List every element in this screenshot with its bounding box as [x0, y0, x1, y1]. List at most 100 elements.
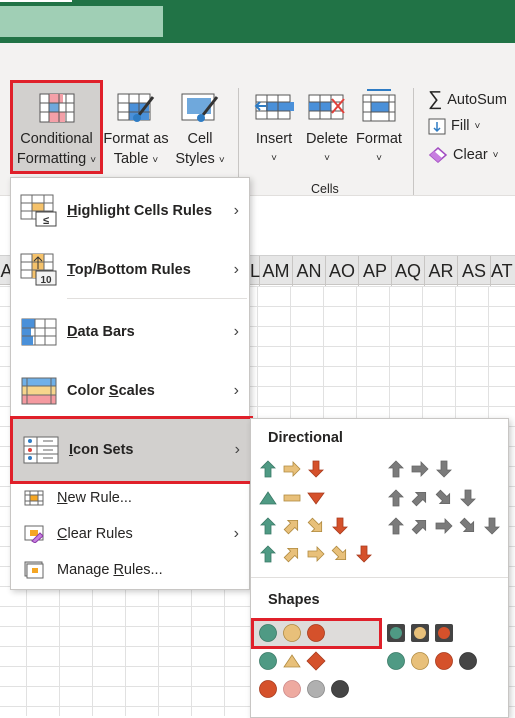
color-scales-icon	[11, 377, 67, 405]
gray-arrow-up-icon	[388, 517, 404, 535]
chevron-right-icon: ›	[233, 202, 239, 219]
red-arrow-down-icon	[308, 460, 324, 478]
menu-item-top-bottom-rules[interactable]: 10 Top/Bottom Rules ›	[11, 241, 249, 299]
dark-circle-icon	[459, 652, 477, 670]
label: Delete	[306, 131, 348, 147]
insert-button[interactable]: Insert ˅	[250, 93, 298, 169]
icon-set-option[interactable]	[386, 651, 478, 671]
icon-set-option[interactable]	[258, 679, 350, 699]
label: Cell	[187, 131, 213, 147]
icon-set-option[interactable]	[386, 623, 454, 643]
clear-rules-icon	[11, 525, 57, 543]
column-header[interactable]: AP	[359, 256, 392, 286]
red-boxed-icon	[435, 624, 453, 642]
red-arrow-down-icon	[356, 545, 372, 563]
yellow-boxed-icon	[411, 624, 429, 642]
lightgray-circle-icon	[307, 680, 325, 698]
chevron-down-icon: ˅	[376, 153, 382, 164]
data-bars-icon	[11, 318, 67, 346]
yellow-arrow-downright-icon	[307, 517, 323, 533]
red-circle-icon	[435, 652, 453, 670]
separator	[413, 88, 414, 196]
chevron-right-icon: ›	[233, 525, 239, 542]
label: Top/Bottom Rules	[67, 262, 191, 278]
label: Color Scales	[67, 383, 155, 399]
separator	[67, 298, 247, 299]
icon-set-option[interactable]	[386, 488, 478, 508]
yellow-circle-icon	[283, 624, 301, 642]
fill-button[interactable]: Fill ˅	[428, 117, 480, 135]
gray-arrow-down-icon	[484, 517, 500, 535]
label: AutoSum	[447, 91, 507, 108]
yellow-arrow-right-icon	[283, 461, 301, 477]
cell-styles-button[interactable]: Cell Styles ˅	[170, 93, 230, 171]
red-triangle-down-icon	[307, 492, 325, 505]
chevron-right-icon: ›	[233, 382, 239, 399]
red-circle-icon	[307, 624, 325, 642]
yellow-arrow-right-icon	[307, 546, 325, 562]
green-arrow-up-icon	[260, 517, 276, 535]
column-header[interactable]: AT	[491, 256, 515, 286]
gray-arrow-right-icon	[435, 518, 453, 534]
format-button[interactable]: Format ˅	[354, 88, 404, 169]
chevron-down-icon: ˅	[324, 153, 330, 164]
pink-circle-icon	[283, 680, 301, 698]
menu-item-icon-sets[interactable]: Icon Sets ›	[10, 416, 253, 484]
column-header[interactable]: AM	[260, 256, 293, 286]
icon-set-option[interactable]	[386, 459, 454, 479]
menu-item-color-scales[interactable]: Color Scales ›	[11, 362, 249, 420]
green-circle-icon	[259, 652, 277, 670]
menu-item-new-rule[interactable]: New Rule...	[11, 481, 249, 515]
clear-button[interactable]: Clear ˅	[428, 146, 499, 164]
svg-text:10: 10	[40, 275, 52, 286]
chevron-right-icon: ›	[233, 323, 239, 340]
title-accent	[0, 0, 72, 2]
insert-cells-icon	[254, 94, 294, 120]
cell-styles-icon	[181, 93, 219, 122]
format-as-table-button[interactable]: Format as Table ˅	[103, 93, 169, 171]
chevron-right-icon: ›	[234, 441, 240, 458]
yellow-arrow-downright-icon	[331, 545, 347, 561]
icon-sets-icon	[13, 436, 69, 464]
highlight-cells-icon: ≤	[11, 194, 67, 228]
shapes-heading: Shapes	[268, 592, 320, 608]
column-header[interactable]: AO	[326, 256, 359, 286]
column-header[interactable]: AN	[293, 256, 326, 286]
column-header[interactable]: L	[250, 256, 260, 286]
icon-set-option[interactable]	[258, 488, 326, 508]
menu-item-clear-rules[interactable]: Clear Rules ›	[11, 517, 249, 551]
eraser-icon	[428, 147, 448, 163]
cells-group-label: Cells	[311, 182, 339, 196]
gray-arrow-upright-icon	[411, 491, 427, 507]
delete-button[interactable]: Delete ˅	[302, 93, 352, 169]
icon-set-option[interactable]	[258, 651, 326, 671]
icon-set-option[interactable]	[258, 516, 350, 536]
icon-set-option[interactable]	[386, 516, 502, 536]
chevron-right-icon: ›	[233, 261, 239, 278]
label: Clear Rules	[57, 526, 133, 542]
label: Manage Rules...	[57, 562, 163, 578]
column-header[interactable]: AR	[425, 256, 458, 286]
menu-item-highlight-cells-rules[interactable]: ≤ Highlight Cells Rules ›	[11, 182, 249, 240]
label: Styles ˅	[175, 151, 225, 167]
autosum-button[interactable]: ∑ AutoSum	[428, 88, 507, 111]
label: Highlight Cells Rules	[67, 203, 213, 219]
conditional-formatting-button[interactable]: Conditional Formatting ˅	[10, 80, 103, 174]
icon-set-option[interactable]	[258, 544, 374, 564]
icon-set-option-selected[interactable]	[258, 623, 326, 643]
green-circle-icon	[259, 624, 277, 642]
icon-sets-submenu: Directional Shapes	[250, 418, 509, 718]
yellow-arrow-upright-icon	[283, 547, 299, 563]
icon-set-option[interactable]	[258, 459, 326, 479]
green-circle-icon	[387, 652, 405, 670]
search-box[interactable]	[0, 6, 163, 37]
green-boxed-icon	[387, 624, 405, 642]
directional-heading: Directional	[268, 430, 343, 446]
gray-arrow-down-icon	[460, 489, 476, 507]
menu-item-data-bars[interactable]: Data Bars ›	[11, 303, 249, 361]
separator	[238, 88, 239, 178]
column-header[interactable]: AS	[458, 256, 491, 286]
gray-arrow-down-icon	[436, 460, 452, 478]
column-header[interactable]: AQ	[392, 256, 425, 286]
menu-item-manage-rules[interactable]: Manage Rules...	[11, 553, 249, 587]
